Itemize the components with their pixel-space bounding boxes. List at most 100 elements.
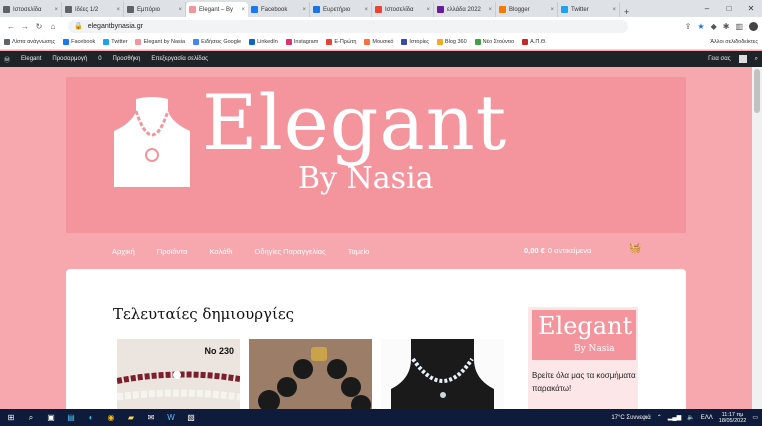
minimize-icon[interactable]: – [696, 4, 718, 13]
search-icon[interactable]: ⌕ [24, 412, 38, 424]
bookmark-item[interactable]: Instagram [285, 39, 318, 45]
browser-tab[interactable]: Ιστοσελίδα × [372, 2, 434, 17]
browser-tab[interactable]: Εμπόριο × [124, 2, 186, 17]
network-icon[interactable]: ▂▄▆ [668, 414, 681, 421]
tab-favicon-icon [251, 6, 258, 13]
store-icon[interactable]: ▤ [64, 412, 78, 424]
other-bookmarks[interactable]: Άλλοι σελιδοδείκτες [710, 39, 758, 45]
sidepanel-icon[interactable]: ▥ [735, 22, 743, 31]
browser-tab[interactable]: Facebook × [248, 2, 310, 17]
back-icon[interactable]: ← [4, 22, 18, 31]
share-icon[interactable]: ⇪ [685, 22, 692, 31]
wp-greeting[interactable]: Γεια σας [708, 56, 731, 62]
bookmark-item[interactable]: Facebook [63, 39, 95, 45]
bookmark-item[interactable]: Μουσικό [364, 39, 393, 45]
menu-item-checkout[interactable]: Ταμείο [348, 247, 370, 256]
bookmark-item[interactable]: Elegant by Nasia [135, 39, 185, 45]
mini-cart[interactable]: 0,00 €0 αντικείμενα [524, 246, 591, 255]
edge-icon[interactable]: ◐ [84, 412, 98, 424]
url-input[interactable]: 🔒 elegantbynasia.gr [68, 19, 628, 33]
bookmark-item[interactable]: Ε-Πρώτη [326, 39, 356, 45]
chrome-icon[interactable]: ◉ [104, 412, 118, 424]
product-badge: No 230 [204, 346, 234, 356]
bookmark-item[interactable]: Νέο Στούντιο [474, 39, 514, 45]
basket-icon[interactable]: 🧺 [629, 243, 641, 254]
forward-icon[interactable]: → [18, 22, 32, 31]
bookmark-item[interactable]: Blog 360 [436, 39, 467, 45]
bookmark-item[interactable]: Ιστορίες [401, 39, 429, 45]
product-card[interactable] [249, 339, 372, 409]
volume-icon[interactable]: 🔈 [687, 414, 694, 421]
new-tab-button[interactable]: + [620, 7, 633, 17]
word-icon[interactable]: W [164, 412, 178, 424]
browser-actions: ⇪ ★ ◆ ✱ ▥ [685, 21, 758, 31]
bookmark-favicon-icon [135, 39, 142, 45]
tab-close-icon[interactable]: × [362, 7, 368, 13]
tab-close-icon[interactable]: × [114, 7, 120, 13]
tray-up-icon[interactable]: ⌃ [657, 414, 662, 421]
task-view-icon[interactable]: ▣ [44, 412, 58, 424]
menu-item-order-guide[interactable]: Οδηγίες Παραγγελίας [255, 247, 326, 256]
tab-close-icon[interactable]: × [52, 7, 58, 13]
maximize-icon[interactable]: □ [718, 4, 740, 13]
bookmark-item[interactable]: Λίστα ανάγνωσης [4, 39, 55, 45]
widget-logo[interactable]: Elegant By Nasia [532, 310, 636, 360]
bookmark-item[interactable]: LinkedIn [249, 39, 278, 45]
close-icon[interactable]: ✕ [740, 4, 762, 13]
wp-edit-page[interactable]: Επεξεργασία σελίδας [151, 56, 208, 62]
product-card[interactable]: No 230 [117, 339, 240, 409]
bookmark-item[interactable]: Α.Π.Θ. [522, 39, 547, 45]
tab-favicon-icon [313, 6, 320, 13]
wordpress-logo-icon[interactable]: Ⓦ [4, 55, 10, 64]
wp-search-icon[interactable]: ⌕ [755, 56, 758, 63]
bookmark-label: Blog 360 [444, 39, 467, 45]
browser-tab[interactable]: Elegant – By × [186, 2, 248, 17]
menu-item-products[interactable]: Προϊόντα [157, 247, 188, 256]
language-indicator[interactable]: ΕΛΛ [701, 415, 713, 421]
product-card[interactable] [381, 339, 504, 409]
bookmark-item[interactable]: Ειδήσεις Google [193, 39, 241, 45]
windows-start-icon[interactable]: ⊞ [4, 412, 18, 424]
puzzle-icon[interactable]: ✱ [723, 22, 730, 31]
home-icon[interactable]: ⌂ [46, 22, 60, 31]
mail-icon[interactable]: ✉ [144, 412, 158, 424]
system-tray: 17°C Συννεφιά ⌃ ▂▄▆ 🔈 ΕΛΛ 11:17 πμ 18/05/… [611, 412, 758, 424]
scrollbar-thumb[interactable] [754, 69, 760, 113]
browser-tab[interactable]: Ιστοσελίδα × [0, 2, 62, 17]
wp-comments[interactable]: 0 [98, 56, 101, 62]
tab-close-icon[interactable]: × [176, 7, 182, 13]
files-icon[interactable]: ▰ [124, 412, 138, 424]
sidebar-widget: Elegant By Nasia Βρείτε όλα μας τα κοσμή… [528, 307, 638, 409]
tab-close-icon[interactable]: × [239, 7, 245, 13]
tab-close-icon[interactable]: × [424, 7, 430, 13]
star-icon[interactable]: ★ [697, 22, 704, 31]
notification-icon[interactable]: ▭ [752, 414, 758, 421]
browser-tab[interactable]: Ιδέες 1/2 × [62, 2, 124, 17]
tab-close-icon[interactable]: × [486, 7, 492, 13]
clock[interactable]: 11:17 πμ 18/05/2022 [719, 412, 747, 424]
bookmark-item[interactable]: Twitter [103, 39, 127, 45]
browser-tab[interactable]: Ευρετήριο × [310, 2, 372, 17]
tab-list: Ιστοσελίδα × Ιδέες 1/2 × Εμπόριο × Elegant – B… [0, 2, 620, 17]
menu-item-cart[interactable]: Καλάθι [209, 247, 232, 256]
wp-admin-bar: Ⓦ Elegant Προσαρμογή 0 Προσθήκη Επεξεργα… [0, 51, 762, 67]
weather-widget[interactable]: 17°C Συννεφιά [611, 415, 650, 421]
tab-close-icon[interactable]: × [610, 7, 616, 13]
tab-close-icon[interactable]: × [300, 7, 306, 13]
wp-site-name[interactable]: Elegant [21, 56, 41, 62]
tab-close-icon[interactable]: × [548, 7, 554, 13]
wp-user-avatar[interactable] [738, 55, 747, 63]
browser-tab[interactable]: ελλάδα 2022 × [434, 2, 496, 17]
profile-avatar[interactable] [749, 21, 758, 31]
bookmark-label: Ε-Πρώτη [334, 39, 357, 45]
wp-customize[interactable]: Προσαρμογή [52, 56, 87, 62]
menu-item-home[interactable]: Αρχική [112, 247, 135, 256]
extension-icon[interactable]: ◆ [711, 22, 717, 31]
browser-tab[interactable]: Twitter × [558, 2, 620, 17]
photos-icon[interactable]: ▧ [184, 412, 198, 424]
wp-new[interactable]: Προσθήκη [113, 56, 141, 62]
scrollbar[interactable] [752, 67, 762, 409]
browser-tab[interactable]: Blogger × [496, 2, 558, 17]
reload-icon[interactable]: ↻ [32, 22, 46, 31]
site-title[interactable]: Elegant [202, 83, 507, 163]
